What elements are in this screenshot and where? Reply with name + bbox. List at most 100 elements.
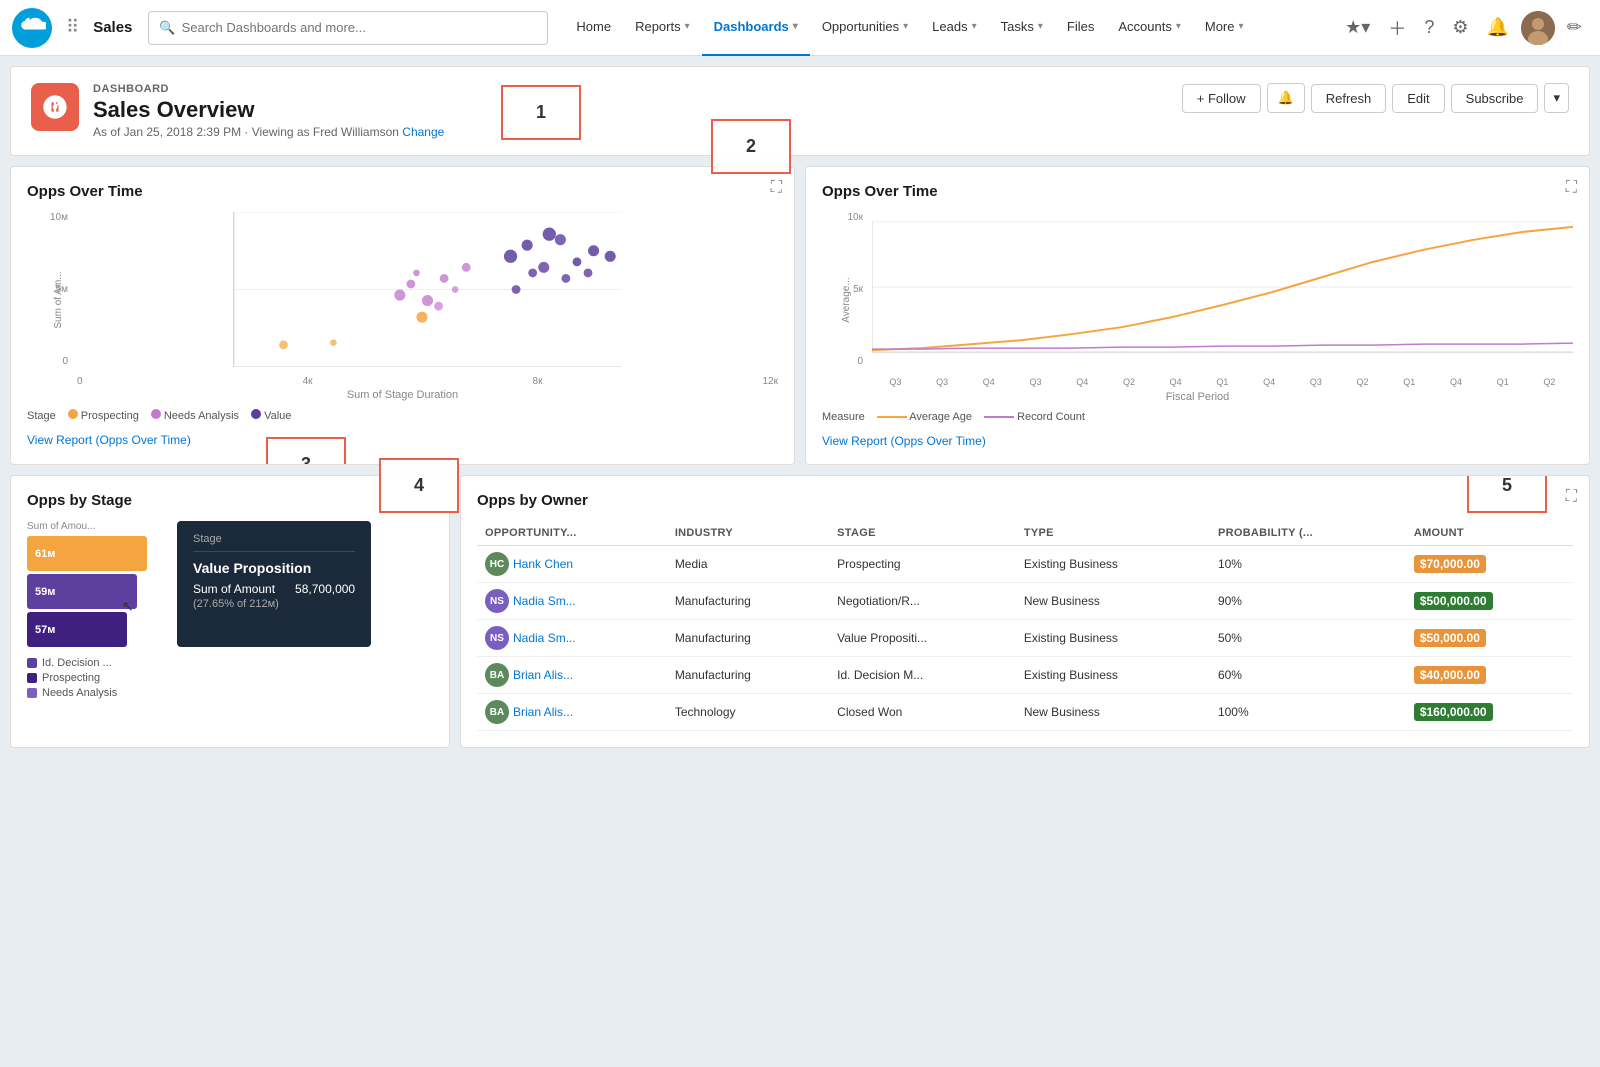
opportunity-cell: HC Hank Chen (477, 546, 667, 583)
dashboard-title: Sales Overview (93, 97, 1182, 123)
edit-pencil-button[interactable]: ✏ (1561, 13, 1588, 42)
opps-by-stage-panel: 4 Opps by Stage Sum of Amou... 61м 59м 5… (10, 475, 450, 748)
nav-right-actions: ★▾ ＋ ? ⚙ 🔔 ✏ (1339, 11, 1588, 45)
panel-title: Opps Over Time (27, 183, 778, 200)
favorites-button[interactable]: ★▾ (1339, 13, 1376, 42)
opps-over-time-line-panel: ⛶ Opps Over Time 10к 5к 0 Average... (805, 166, 1590, 465)
amount-cell: $50,000.00 (1406, 620, 1573, 657)
industry-cell: Technology (667, 694, 829, 731)
chevron-down-icon: ▾ (1238, 21, 1243, 32)
dashboard-subtitle: As of Jan 25, 2018 2:39 PM · Viewing as … (93, 125, 1182, 139)
panel-title: Opps by Stage (27, 492, 433, 509)
follow-button[interactable]: + Follow (1182, 84, 1261, 113)
type-cell: Existing Business (1016, 657, 1210, 694)
amount-cell: $40,000.00 (1406, 657, 1573, 694)
charts-row-2: 4 Opps by Stage Sum of Amou... 61м 59м 5… (10, 475, 1590, 748)
notifications-button[interactable]: 🔔 (1480, 13, 1514, 42)
view-report-link[interactable]: View Report (Opps Over Time) (27, 433, 191, 447)
type-cell: Existing Business (1016, 546, 1210, 583)
nav-item-home[interactable]: Home (564, 0, 623, 56)
x-axis-label: Sum of Stage Duration (27, 389, 778, 401)
nav-item-tasks[interactable]: Tasks ▾ (989, 0, 1055, 56)
salesforce-logo[interactable] (12, 8, 52, 48)
chevron-down-icon: ▾ (1176, 21, 1181, 32)
opportunity-link[interactable]: Nadia Sm... (513, 631, 576, 645)
panel-title: Opps by Owner (477, 492, 1573, 509)
notify-button[interactable]: 🔔 (1267, 83, 1305, 113)
industry-cell: Manufacturing (667, 583, 829, 620)
opportunity-cell: NS Nadia Sm... (477, 620, 667, 657)
avatar[interactable] (1521, 11, 1555, 45)
opportunity-link[interactable]: Hank Chen (513, 557, 573, 571)
stage-cell: Negotiation/R... (829, 583, 1016, 620)
industry-cell: Media (667, 546, 829, 583)
avatar: NS (485, 589, 509, 613)
opportunity-link[interactable]: Brian Alis... (513, 668, 573, 682)
amount-cell: $500,000.00 (1406, 583, 1573, 620)
col-stage: STAGE (829, 521, 1016, 546)
legend: Stage Prospecting Needs Analysis Value (27, 409, 778, 422)
opportunity-cell: BA Brian Alis... (477, 694, 667, 731)
top-navigation: ⠿ Sales 🔍 Home Reports ▾ Dashboards ▾ Op… (0, 0, 1600, 56)
col-amount: AMOUNT (1406, 521, 1573, 546)
stage-cell: Id. Decision M... (829, 657, 1016, 694)
search-bar[interactable]: 🔍 (148, 11, 548, 45)
add-button[interactable]: ＋ (1382, 11, 1412, 45)
expand-icon[interactable]: ⛶ (1566, 179, 1577, 197)
nav-item-files[interactable]: Files (1055, 0, 1106, 56)
dashboard-header: DASHBOARD Sales Overview As of Jan 25, 2… (10, 66, 1590, 156)
stage-legend: Id. Decision ... Prospecting Needs Analy… (27, 657, 433, 699)
probability-cell: 100% (1210, 694, 1406, 731)
col-type: TYPE (1016, 521, 1210, 546)
stage-cell: Prospecting (829, 546, 1016, 583)
grid-icon[interactable]: ⠿ (60, 17, 85, 38)
type-cell: New Business (1016, 694, 1210, 731)
nav-item-accounts[interactable]: Accounts ▾ (1106, 0, 1193, 56)
nav-item-leads[interactable]: Leads ▾ (920, 0, 988, 56)
nav-item-more[interactable]: More ▾ (1193, 0, 1256, 56)
opportunity-cell: BA Brian Alis... (477, 657, 667, 694)
avatar: BA (485, 663, 509, 687)
opps-over-time-scatter-panel: ⛶ Opps Over Time 3 10м 5м 0 Sum of Am... (10, 166, 795, 465)
opportunity-cell: NS Nadia Sm... (477, 583, 667, 620)
table-row: HC Hank Chen Media Prospecting Existing … (477, 546, 1573, 583)
chevron-down-icon: ▾ (685, 21, 690, 32)
probability-cell: 60% (1210, 657, 1406, 694)
opportunity-link[interactable]: Brian Alis... (513, 705, 573, 719)
nav-item-dashboards[interactable]: Dashboards ▾ (702, 0, 810, 56)
col-opportunity: OPPORTUNITY... (477, 521, 667, 546)
dashboard-meta: DASHBOARD Sales Overview As of Jan 25, 2… (93, 83, 1182, 139)
opportunity-link[interactable]: Nadia Sm... (513, 594, 576, 608)
refresh-button[interactable]: Refresh (1311, 84, 1387, 113)
change-link[interactable]: Change (402, 125, 444, 139)
x-axis-label: Fiscal Period (822, 391, 1573, 403)
chevron-down-icon: ▾ (903, 21, 908, 32)
nav-menu: Home Reports ▾ Dashboards ▾ Opportunitie… (564, 0, 1331, 56)
search-icon: 🔍 (159, 20, 175, 36)
nav-item-reports[interactable]: Reports ▾ (623, 0, 702, 56)
view-report-link[interactable]: View Report (Opps Over Time) (822, 434, 986, 448)
subscribe-button[interactable]: Subscribe (1451, 84, 1539, 113)
amount-cell: $70,000.00 (1406, 546, 1573, 583)
line-chart-svg (872, 212, 1573, 362)
bar-59m: 59м (27, 574, 137, 609)
col-industry: INDUSTRY (667, 521, 829, 546)
settings-button[interactable]: ⚙ (1446, 13, 1474, 42)
dashboard-label: DASHBOARD (93, 83, 1182, 95)
help-button[interactable]: ? (1418, 13, 1440, 42)
table-row: NS Nadia Sm... Manufacturing Value Propo… (477, 620, 1573, 657)
panel-title: Opps Over Time (822, 183, 1573, 200)
expand-icon[interactable]: ⛶ (771, 179, 782, 197)
more-dropdown-button[interactable]: ▾ (1544, 83, 1569, 113)
dashboard-icon (31, 83, 79, 131)
stage-cell: Closed Won (829, 694, 1016, 731)
industry-cell: Manufacturing (667, 620, 829, 657)
expand-icon[interactable]: ⛶ (1566, 488, 1577, 506)
stage-cell: Value Propositi... (829, 620, 1016, 657)
app-name: Sales (93, 19, 132, 36)
edit-button[interactable]: Edit (1392, 84, 1444, 113)
avatar: NS (485, 626, 509, 650)
amount-cell: $160,000.00 (1406, 694, 1573, 731)
nav-item-opportunities[interactable]: Opportunities ▾ (810, 0, 920, 56)
search-input[interactable] (182, 20, 538, 35)
